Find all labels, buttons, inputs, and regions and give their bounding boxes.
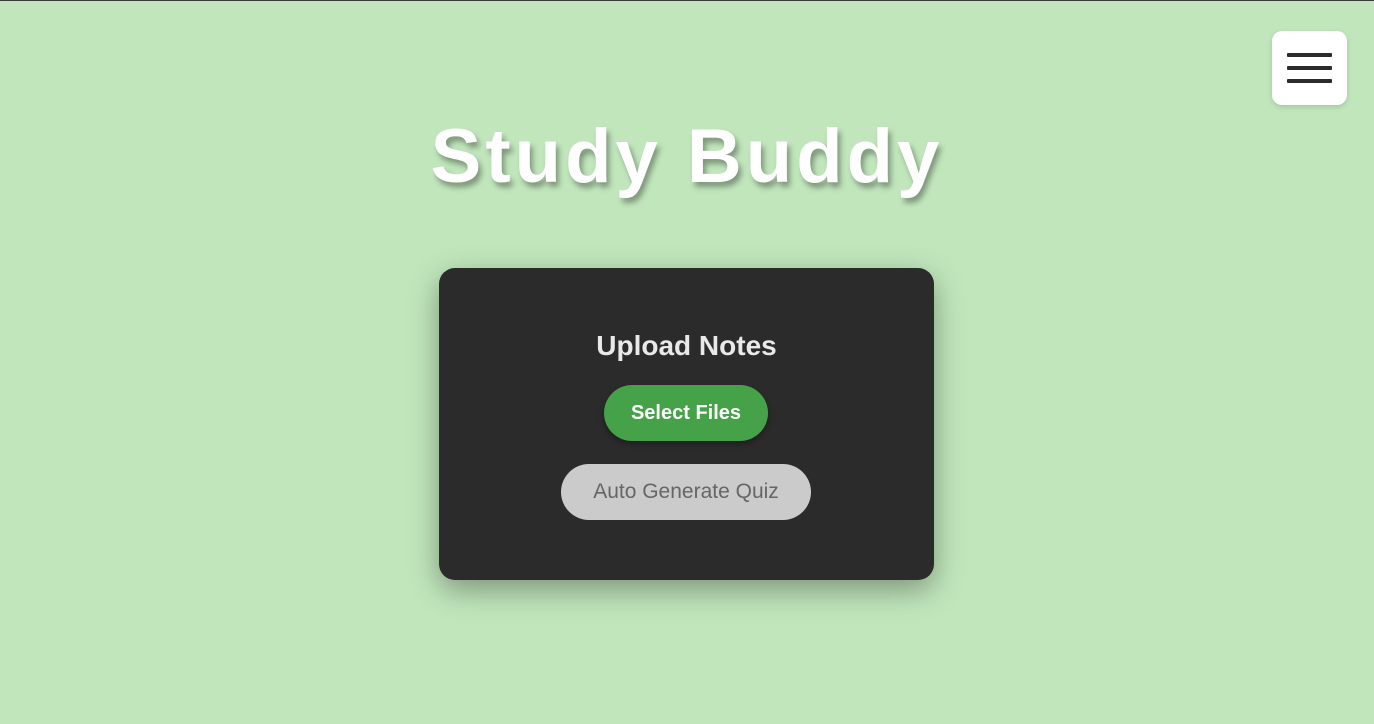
menu-button[interactable] bbox=[1272, 31, 1347, 105]
menu-bar-bottom bbox=[1287, 79, 1332, 83]
hamburger-menu-icon bbox=[1287, 53, 1332, 83]
page-title: Study Buddy bbox=[430, 114, 944, 199]
select-files-button[interactable]: Select Files bbox=[604, 385, 768, 441]
auto-generate-quiz-button[interactable]: Auto Generate Quiz bbox=[561, 464, 811, 520]
upload-card: Upload Notes Select Files Auto Generate … bbox=[439, 268, 934, 580]
menu-bar-middle bbox=[1287, 66, 1332, 70]
upload-card-title: Upload Notes bbox=[596, 330, 777, 361]
menu-bar-top bbox=[1287, 53, 1332, 57]
